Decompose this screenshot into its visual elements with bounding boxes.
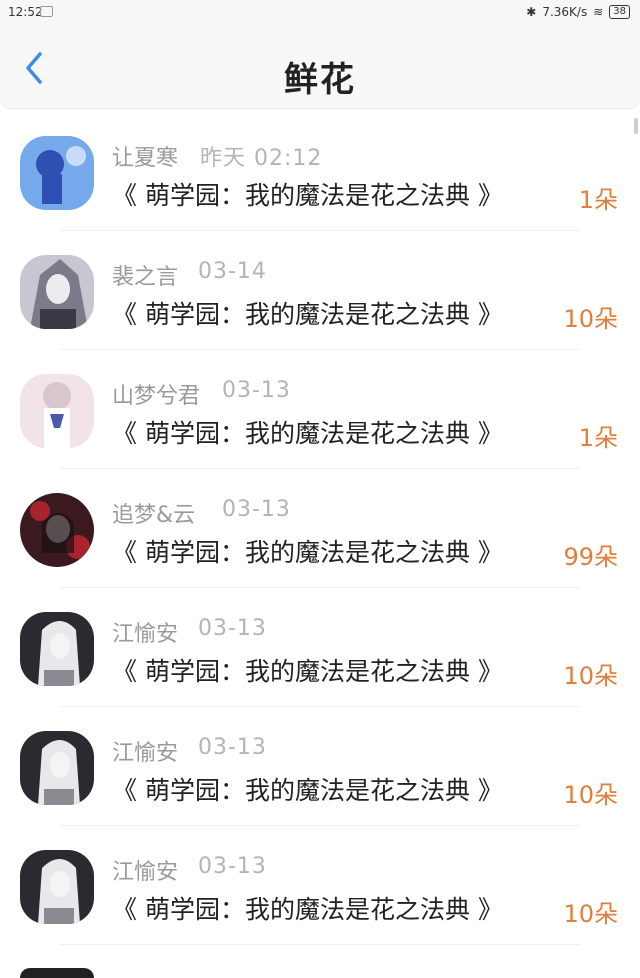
item-title: 《 萌学园：我的魔法是花之法典 》 xyxy=(112,181,503,210)
avatar[interactable] xyxy=(20,850,94,924)
wifi-icon: ≋ xyxy=(593,5,604,19)
item-title: 《 萌学园：我的魔法是花之法典 》 xyxy=(112,657,503,686)
divider xyxy=(60,944,580,945)
flower-count: 1朵 xyxy=(578,424,618,452)
timestamp: 昨天 02:12 xyxy=(200,146,323,171)
item-title: 《 萌学园：我的魔法是花之法典 》 xyxy=(112,895,503,924)
status-bar: 12:52 ✱ 7.36K/s ≋ 38 xyxy=(0,0,640,26)
network-speed: 7.36K/s xyxy=(542,5,588,19)
page-title: 鲜花 xyxy=(284,60,356,100)
flower-count: 99朵 xyxy=(563,543,618,571)
list-item[interactable]: 江愉安 03-13 《 萌学园：我的魔法是花之法典 》 10朵 xyxy=(0,707,640,826)
avatar[interactable] xyxy=(20,255,94,329)
notification-icon xyxy=(40,6,53,17)
timestamp: 03-13 xyxy=(198,616,267,641)
item-title: 《 萌学园：我的魔法是花之法典 》 xyxy=(112,300,503,329)
item-title: 《 萌学园：我的魔法是花之法典 》 xyxy=(112,419,503,448)
user-name: 裴之言 xyxy=(112,265,179,290)
avatar[interactable] xyxy=(20,968,94,978)
avatar[interactable] xyxy=(20,731,94,805)
avatar[interactable] xyxy=(20,612,94,686)
timestamp: 03-13 xyxy=(198,854,267,879)
user-name: 让夏寒 xyxy=(112,146,179,171)
avatar[interactable] xyxy=(20,136,94,210)
timestamp: 03-13 xyxy=(222,497,291,522)
list-item[interactable]: 让夏寒 昨天 02:12 《 萌学园：我的魔法是花之法典 》 1朵 xyxy=(0,112,640,231)
user-name: 追梦&云 xyxy=(112,503,196,528)
user-name: 江愉安 xyxy=(112,622,179,647)
user-name: 江愉安 xyxy=(112,860,179,885)
flower-count: 10朵 xyxy=(563,305,618,333)
flower-list: 让夏寒 昨天 02:12 《 萌学园：我的魔法是花之法典 》 1朵 裴之言 03… xyxy=(0,112,640,945)
timestamp: 03-14 xyxy=(198,259,267,284)
avatar[interactable] xyxy=(20,374,94,448)
flower-count: 10朵 xyxy=(563,900,618,928)
scrollbar[interactable] xyxy=(634,118,638,134)
flower-count: 10朵 xyxy=(563,662,618,690)
status-right: ✱ 7.36K/s ≋ 38 xyxy=(526,5,630,19)
user-name: 江愉安 xyxy=(112,741,179,766)
header: 鲜花 xyxy=(0,26,640,109)
list-item[interactable]: 裴之言 03-14 《 萌学园：我的魔法是花之法典 》 10朵 xyxy=(0,231,640,350)
timestamp: 03-13 xyxy=(222,378,291,403)
bluetooth-icon: ✱ xyxy=(526,5,537,19)
user-name: 山梦兮君 xyxy=(112,384,201,409)
battery-icon: 38 xyxy=(609,5,630,19)
status-time: 12:52 xyxy=(8,5,43,19)
list-item[interactable]: 追梦&云 03-13 《 萌学园：我的魔法是花之法典 》 99朵 xyxy=(0,469,640,588)
item-title: 《 萌学园：我的魔法是花之法典 》 xyxy=(112,538,503,567)
item-title: 《 萌学园：我的魔法是花之法典 》 xyxy=(112,776,503,805)
list-item[interactable]: 江愉安 03-13 《 萌学园：我的魔法是花之法典 》 10朵 xyxy=(0,588,640,707)
timestamp: 03-13 xyxy=(198,735,267,760)
flower-count: 1朵 xyxy=(578,186,618,214)
avatar[interactable] xyxy=(20,493,94,567)
list-item[interactable]: 山梦兮君 03-13 《 萌学园：我的魔法是花之法典 》 1朵 xyxy=(0,350,640,469)
list-item[interactable]: 江愉安 03-13 《 萌学园：我的魔法是花之法典 》 10朵 xyxy=(0,826,640,945)
flower-count: 10朵 xyxy=(563,781,618,809)
